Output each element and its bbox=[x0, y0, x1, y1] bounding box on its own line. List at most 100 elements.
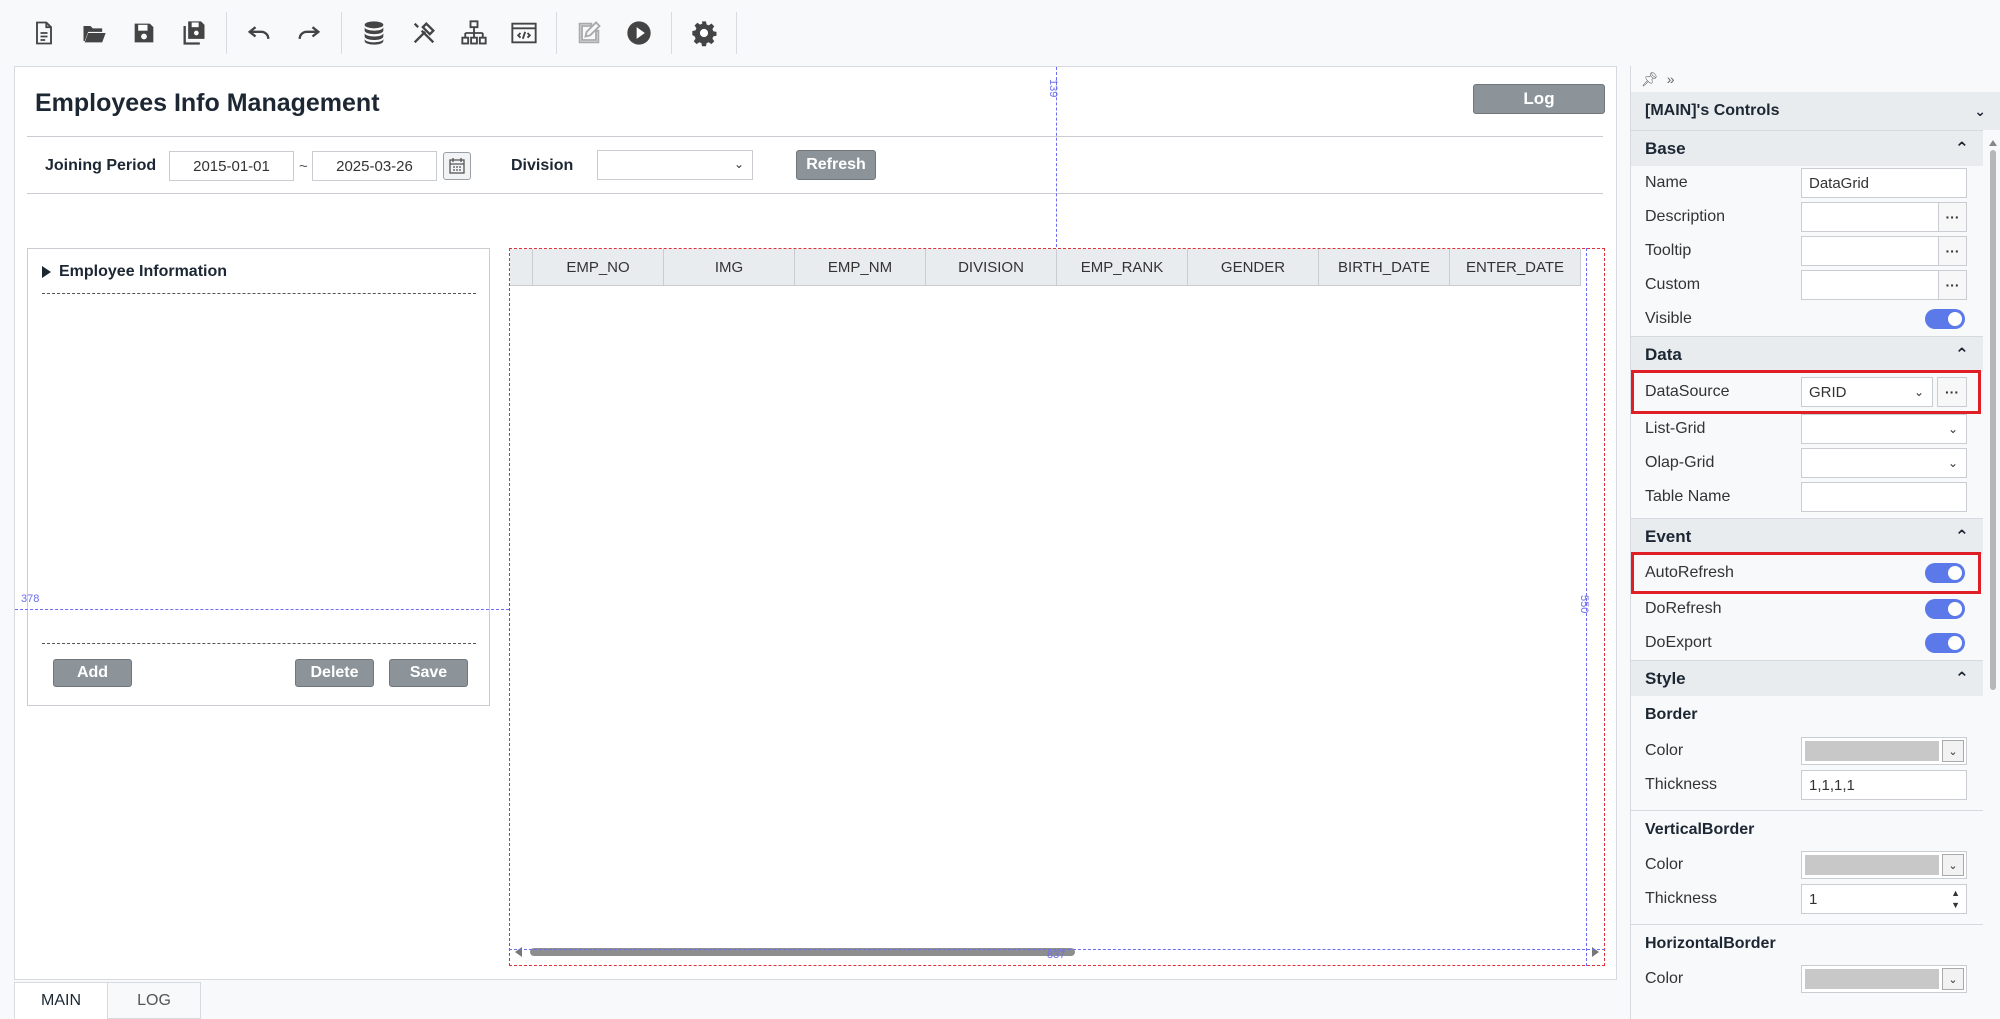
delete-button[interactable]: Delete bbox=[295, 659, 374, 687]
chevron-down-icon: ⌄ bbox=[1947, 456, 1958, 470]
prop-visible: Visible bbox=[1631, 302, 1983, 336]
doexport-toggle[interactable] bbox=[1925, 633, 1965, 653]
name-input[interactable]: DataGrid bbox=[1801, 168, 1967, 198]
prop-dorefresh: DoRefresh bbox=[1631, 592, 1983, 626]
collapse-panel-icon[interactable]: » bbox=[1667, 71, 1675, 87]
column-header[interactable]: BIRTH_DATE bbox=[1319, 249, 1450, 285]
section-base[interactable]: Base ⌃ bbox=[1631, 130, 1983, 166]
hierarchy-icon[interactable] bbox=[452, 11, 496, 55]
prop-label: Thickness bbox=[1645, 776, 1718, 793]
expand-arrow-icon bbox=[42, 266, 51, 278]
prop-autorefresh: AutoRefresh bbox=[1631, 552, 1983, 594]
column-header[interactable]: IMG bbox=[664, 249, 795, 285]
data-grid[interactable]: EMP_NO IMG EMP_NM DIVISION EMP_RANK GEND… bbox=[509, 248, 1605, 966]
prop-hborder-color: Color ⌄ bbox=[1631, 962, 1983, 996]
more-icon[interactable]: ··· bbox=[1938, 271, 1966, 299]
properties-scrollbar[interactable] bbox=[1988, 140, 1998, 760]
section-style[interactable]: Style ⌃ bbox=[1631, 660, 1983, 696]
chevron-up-icon[interactable]: ⌃ bbox=[1955, 669, 1969, 689]
prop-description: Description ··· bbox=[1631, 200, 1983, 234]
table-name-input[interactable] bbox=[1801, 482, 1967, 512]
column-header[interactable]: EMP_RANK bbox=[1057, 249, 1188, 285]
controls-header[interactable]: [MAIN]'s Controls ⌄ bbox=[1631, 92, 2000, 130]
spinner-icon[interactable]: ▲ ▼ bbox=[1951, 887, 1960, 911]
more-icon[interactable]: ··· bbox=[1938, 203, 1966, 231]
column-header[interactable]: ENTER_DATE bbox=[1450, 249, 1581, 285]
save-button[interactable]: Save bbox=[389, 659, 468, 687]
date-from-input[interactable]: 2015-01-01 bbox=[169, 151, 294, 181]
prop-label: DoExport bbox=[1645, 634, 1712, 651]
prop-name: Name DataGrid bbox=[1631, 166, 1983, 200]
vborder-color-picker[interactable]: ⌄ bbox=[1801, 851, 1967, 879]
description-input[interactable]: ··· bbox=[1801, 202, 1967, 232]
column-header[interactable]: GENDER bbox=[1188, 249, 1319, 285]
date-to-input[interactable]: 2025-03-26 bbox=[312, 151, 437, 181]
run-icon[interactable] bbox=[617, 11, 661, 55]
dashed-divider bbox=[42, 643, 476, 644]
save-all-icon[interactable] bbox=[172, 11, 216, 55]
save-icon[interactable] bbox=[122, 11, 166, 55]
chevron-down-icon[interactable]: ⌄ bbox=[1942, 854, 1964, 876]
prop-vborder-thickness: Thickness 1 ▲ ▼ bbox=[1631, 882, 1983, 916]
redo-icon[interactable] bbox=[287, 11, 331, 55]
calendar-icon[interactable] bbox=[443, 152, 471, 180]
chevron-down-icon: ⌄ bbox=[733, 157, 744, 171]
design-canvas[interactable]: Employees Info Management Log Joining Pe… bbox=[14, 66, 1617, 980]
scroll-up-icon[interactable] bbox=[1989, 140, 1997, 146]
hborder-color-picker[interactable]: ⌄ bbox=[1801, 965, 1967, 993]
pin-icon[interactable]: 📌︎ bbox=[1641, 71, 1659, 88]
add-button[interactable]: Add bbox=[53, 659, 132, 687]
column-header[interactable]: DIVISION bbox=[926, 249, 1057, 285]
more-icon[interactable]: ··· bbox=[1938, 237, 1966, 265]
prop-border-thickness: Thickness 1,1,1,1 bbox=[1631, 768, 1983, 802]
settings-icon[interactable] bbox=[682, 11, 726, 55]
database-icon[interactable] bbox=[352, 11, 396, 55]
chevron-up-icon[interactable]: ⌃ bbox=[1955, 139, 1969, 159]
tooltip-input[interactable]: ··· bbox=[1801, 236, 1967, 266]
tab-main[interactable]: MAIN bbox=[14, 982, 108, 1019]
prop-label: Custom bbox=[1645, 276, 1701, 293]
prop-label: Olap-Grid bbox=[1645, 454, 1715, 471]
chevron-up-icon[interactable]: ⌃ bbox=[1955, 527, 1969, 547]
open-folder-icon[interactable] bbox=[72, 11, 116, 55]
vborder-thickness-input[interactable]: 1 ▲ ▼ bbox=[1801, 884, 1967, 914]
code-window-icon[interactable] bbox=[502, 11, 546, 55]
undo-icon[interactable] bbox=[237, 11, 281, 55]
prop-label: List-Grid bbox=[1645, 420, 1706, 437]
border-thickness-input[interactable]: 1,1,1,1 bbox=[1801, 770, 1967, 800]
tools-icon[interactable] bbox=[402, 11, 446, 55]
prop-list-grid: List-Grid ⌄ bbox=[1631, 412, 1983, 446]
prop-label: Thickness bbox=[1645, 890, 1718, 907]
new-file-icon[interactable] bbox=[22, 11, 66, 55]
column-header[interactable]: EMP_NM bbox=[795, 249, 926, 285]
section-event[interactable]: Event ⌃ bbox=[1631, 518, 1983, 554]
column-header[interactable]: EMP_NO bbox=[533, 249, 664, 285]
division-label: Division bbox=[511, 157, 574, 174]
edit-icon[interactable] bbox=[567, 11, 611, 55]
prop-custom: Custom ··· bbox=[1631, 268, 1983, 302]
prop-label: Color bbox=[1645, 856, 1684, 873]
chevron-down-icon: ⌄ bbox=[1947, 422, 1958, 436]
grid-header: EMP_NO IMG EMP_NM DIVISION EMP_RANK GEND… bbox=[510, 249, 1581, 286]
horizontal-border-subheader: HorizontalBorder bbox=[1631, 924, 1983, 962]
page-tabs: MAIN LOG bbox=[14, 982, 201, 1019]
chevron-up-icon[interactable]: ⌃ bbox=[1955, 345, 1969, 365]
border-color-picker[interactable]: ⌄ bbox=[1801, 737, 1967, 765]
dorefresh-toggle[interactable] bbox=[1925, 599, 1965, 619]
olap-grid-select[interactable]: ⌄ bbox=[1801, 448, 1967, 478]
toolbar-separator bbox=[556, 12, 557, 54]
log-button[interactable]: Log bbox=[1473, 84, 1605, 114]
chevron-down-icon[interactable]: ⌄ bbox=[1942, 968, 1964, 990]
tab-log[interactable]: LOG bbox=[107, 982, 201, 1019]
list-grid-select[interactable]: ⌄ bbox=[1801, 414, 1967, 444]
custom-input[interactable]: ··· bbox=[1801, 270, 1967, 300]
scroll-thumb[interactable] bbox=[1990, 150, 1996, 690]
chevron-down-icon[interactable]: ⌄ bbox=[1974, 103, 1986, 120]
chevron-down-icon[interactable]: ⌄ bbox=[1942, 740, 1964, 762]
prop-label: DoRefresh bbox=[1645, 600, 1722, 617]
section-data[interactable]: Data ⌃ bbox=[1631, 336, 1983, 372]
employee-info-header[interactable]: Employee Information bbox=[42, 263, 227, 281]
refresh-button[interactable]: Refresh bbox=[796, 150, 876, 180]
division-select[interactable]: ⌄ bbox=[597, 150, 753, 180]
visible-toggle[interactable] bbox=[1925, 309, 1965, 329]
